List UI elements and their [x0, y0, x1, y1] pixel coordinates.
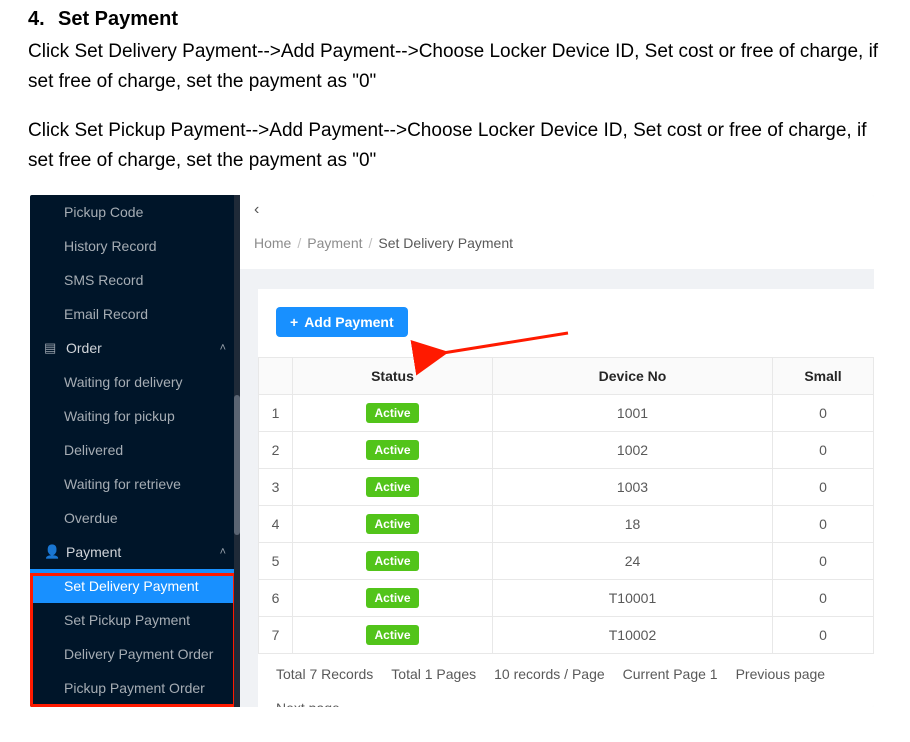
col-index: [259, 357, 293, 394]
breadcrumb-separator: /: [297, 235, 301, 251]
breadcrumb: Home / Payment / Set Delivery Payment: [254, 235, 860, 251]
add-payment-button[interactable]: + Add Payment: [276, 307, 408, 337]
section-number: 4.: [28, 8, 58, 31]
breadcrumb-separator: /: [369, 235, 373, 251]
payment-icon: 👤: [44, 544, 58, 560]
status-badge: Active: [366, 551, 418, 571]
table-row[interactable]: 3Active10030: [259, 468, 874, 505]
section-title: Set Payment: [58, 8, 178, 30]
pager-total-pages: Total 1 Pages: [391, 666, 476, 682]
col-small: Small: [773, 357, 874, 394]
sidebar-item-delivery-payment-order[interactable]: Delivery Payment Order: [30, 637, 240, 671]
pager-current: Current Page 1: [623, 666, 718, 682]
collapse-sidebar-button[interactable]: ‹: [254, 201, 259, 219]
sidebar-item-email-record[interactable]: Email Record: [30, 297, 240, 331]
col-device: Device No: [493, 357, 773, 394]
breadcrumb-payment[interactable]: Payment: [307, 235, 362, 251]
sidebar-item-pickup-code[interactable]: Pickup Code: [30, 195, 240, 229]
table-row[interactable]: 6ActiveT100010: [259, 579, 874, 616]
breadcrumb-home[interactable]: Home: [254, 235, 291, 251]
sidebar-item-waiting-retrieve[interactable]: Waiting for retrieve: [30, 467, 240, 501]
sidebar-item-overdue[interactable]: Overdue: [30, 501, 240, 535]
col-status: Status: [293, 357, 493, 394]
sidebar-item-history-record[interactable]: History Record: [30, 229, 240, 263]
embedded-screenshot: Pickup Code History Record SMS Record Em…: [30, 195, 874, 707]
pager-next[interactable]: Next page: [276, 700, 340, 707]
table-row[interactable]: 7ActiveT100020: [259, 616, 874, 653]
plus-icon: +: [290, 314, 298, 330]
section-heading: 4.Set Payment: [28, 8, 882, 31]
sidebar-item-set-delivery-payment[interactable]: Set Delivery Payment: [30, 569, 240, 603]
table-row[interactable]: 5Active240: [259, 542, 874, 579]
topbar: ‹ Home / Payment / Set Delivery Payment: [240, 195, 874, 269]
chevron-up-icon: ˄: [220, 546, 226, 558]
table-row[interactable]: 4Active180: [259, 505, 874, 542]
section-paragraph-1: Click Set Delivery Payment-->Add Payment…: [28, 37, 882, 98]
content-panel: + Add Payment Status Device No Small: [258, 289, 874, 707]
status-badge: Active: [366, 440, 418, 460]
main-panel: ‹ Home / Payment / Set Delivery Payment + Add…: [240, 195, 874, 707]
pager-prev[interactable]: Previous page: [736, 666, 826, 682]
section-paragraph-2: Click Set Pickup Payment-->Add Payment--…: [28, 116, 882, 177]
table-row[interactable]: 1Active10010: [259, 394, 874, 431]
table-row[interactable]: 2Active10020: [259, 431, 874, 468]
payment-table: Status Device No Small 1Active10010 2Act…: [258, 357, 874, 654]
sidebar-item-sms-record[interactable]: SMS Record: [30, 263, 240, 297]
breadcrumb-current: Set Delivery Payment: [378, 235, 513, 251]
sidebar-item-delivered[interactable]: Delivered: [30, 433, 240, 467]
pager-per-page[interactable]: 10 records / Page: [494, 666, 605, 682]
add-payment-label: Add Payment: [304, 314, 393, 330]
sidebar-header-order-label: Order: [66, 340, 102, 356]
sidebar-item-pickup-payment-order[interactable]: Pickup Payment Order: [30, 671, 240, 705]
pagination: Total 7 Records Total 1 Pages 10 records…: [258, 654, 874, 707]
status-badge: Active: [366, 514, 418, 534]
sidebar-item-waiting-pickup[interactable]: Waiting for pickup: [30, 399, 240, 433]
chevron-up-icon: ˄: [220, 342, 226, 354]
status-badge: Active: [366, 403, 418, 423]
status-badge: Active: [366, 477, 418, 497]
sidebar: Pickup Code History Record SMS Record Em…: [30, 195, 240, 707]
sidebar-item-waiting-delivery[interactable]: Waiting for delivery: [30, 365, 240, 399]
pager-total-records: Total 7 Records: [276, 666, 373, 682]
sidebar-header-payment[interactable]: 👤 Payment ˄: [30, 535, 240, 569]
status-badge: Active: [366, 625, 418, 645]
sidebar-header-payment-label: Payment: [66, 544, 121, 560]
order-icon: ▤: [44, 340, 58, 356]
status-badge: Active: [366, 588, 418, 608]
sidebar-header-order[interactable]: ▤ Order ˄: [30, 331, 240, 365]
sidebar-item-set-pickup-payment[interactable]: Set Pickup Payment: [30, 603, 240, 637]
